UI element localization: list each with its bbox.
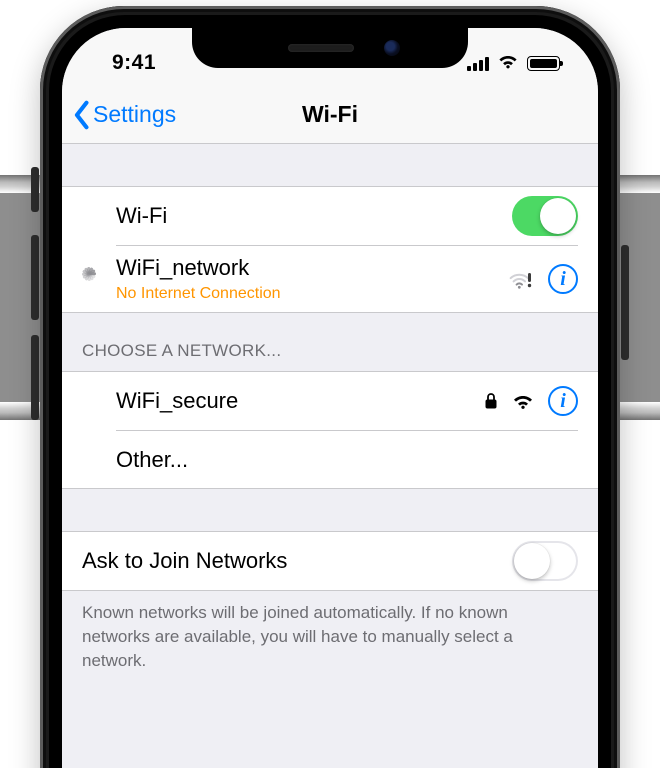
loading-spinner-icon xyxy=(77,267,101,291)
speaker-grille xyxy=(288,44,354,52)
connected-network-status: No Internet Connection xyxy=(116,284,499,305)
nav-bar: Settings Wi-Fi xyxy=(62,86,598,144)
wifi-signal-icon xyxy=(511,392,535,410)
ask-to-join-label: Ask to Join Networks xyxy=(82,547,502,576)
cellular-signal-icon xyxy=(467,56,489,71)
ask-to-join-group: Ask to Join Networks xyxy=(62,531,598,591)
wifi-no-internet-icon xyxy=(509,269,535,289)
network-name: WiFi_secure xyxy=(116,387,474,416)
choose-network-header: CHOOSE A NETWORK... xyxy=(62,313,598,371)
wifi-toggle[interactable] xyxy=(512,196,578,236)
phone-body: 9:41 xyxy=(40,6,620,768)
page-title: Wi-Fi xyxy=(302,101,358,128)
info-button[interactable]: i xyxy=(548,264,578,294)
wifi-status-icon xyxy=(497,53,519,74)
wifi-toggle-label: Wi-Fi xyxy=(116,202,502,231)
connected-network-name: WiFi_network xyxy=(116,254,499,283)
phone-volume-up xyxy=(31,235,39,320)
connected-network-cell[interactable]: WiFi_network No Internet Connection xyxy=(62,245,598,312)
ask-to-join-footer: Known networks will be joined automatica… xyxy=(62,591,598,692)
notch xyxy=(192,28,468,68)
lock-icon xyxy=(484,392,498,410)
screen: 9:41 xyxy=(62,28,598,768)
back-label: Settings xyxy=(93,101,176,128)
back-button[interactable]: Settings xyxy=(72,86,176,143)
phone-volume-down xyxy=(31,335,39,420)
phone-side-button xyxy=(621,245,629,360)
wifi-toggle-group: Wi-Fi xyxy=(62,186,598,313)
phone-mute-switch xyxy=(31,167,39,212)
choose-network-group: WiFi_secure xyxy=(62,371,598,489)
other-network-cell[interactable]: Other... xyxy=(62,430,598,488)
wifi-toggle-cell[interactable]: Wi-Fi xyxy=(62,187,598,245)
status-time: 9:41 xyxy=(112,51,156,75)
chevron-left-icon xyxy=(72,100,90,130)
info-button[interactable]: i xyxy=(548,386,578,416)
battery-icon xyxy=(527,56,560,71)
ask-to-join-cell[interactable]: Ask to Join Networks xyxy=(62,532,598,590)
other-network-label: Other... xyxy=(116,446,578,475)
front-camera xyxy=(384,40,400,56)
ask-to-join-toggle[interactable] xyxy=(512,541,578,581)
network-cell[interactable]: WiFi_secure xyxy=(62,372,598,430)
